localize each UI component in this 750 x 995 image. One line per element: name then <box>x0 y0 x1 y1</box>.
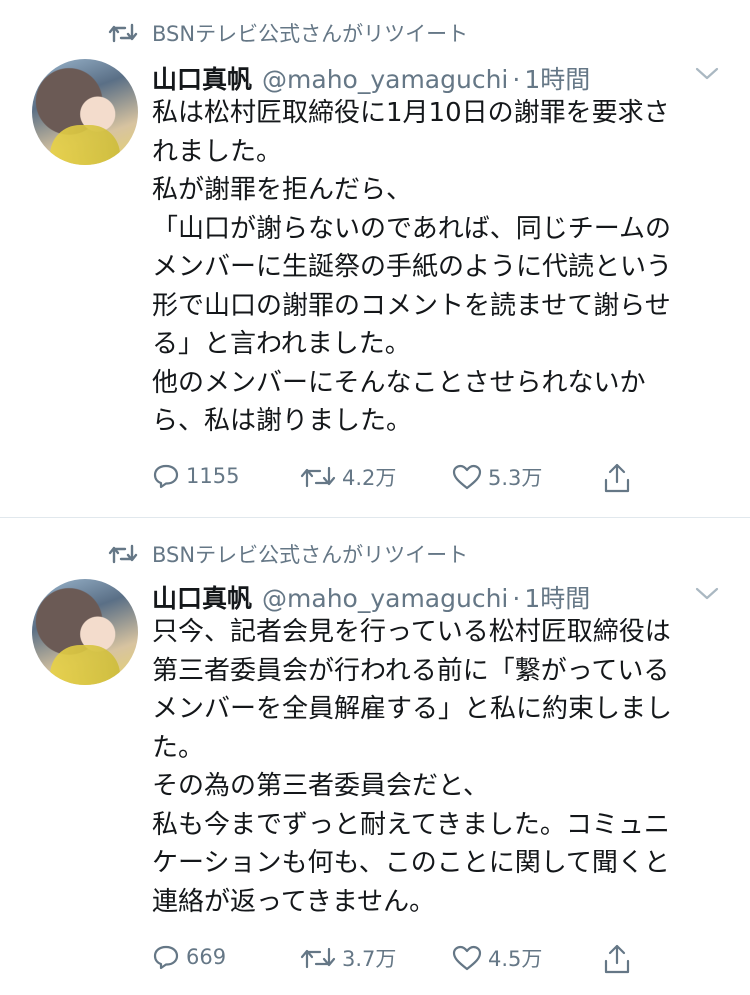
separator-dot: · <box>512 65 521 94</box>
tweet[interactable]: BSNテレビ公式さんがリツイート 山口真帆 @maho_yamaguchi · … <box>0 0 750 518</box>
reply-button[interactable]: 1155 <box>152 462 239 490</box>
tweet-text-line: る」と言われました。 <box>152 329 411 359</box>
share-icon <box>604 944 630 974</box>
avatar[interactable] <box>32 579 138 685</box>
reply-count: 1155 <box>186 464 240 488</box>
tweet-text-line: その為の第三者委員会だと、 <box>152 771 489 801</box>
chevron-down-icon[interactable] <box>694 586 720 602</box>
avatar[interactable] <box>32 59 138 165</box>
timestamp[interactable]: 1時間 <box>524 579 590 615</box>
timestamp[interactable]: 1時間 <box>524 60 590 96</box>
retweet-context: BSNテレビ公式さんがリツイート <box>108 539 468 569</box>
tweet-header: 山口真帆 @maho_yamaguchi · 1時間 <box>152 60 590 96</box>
separator-dot: · <box>512 584 521 613</box>
display-name[interactable]: 山口真帆 <box>152 60 252 96</box>
tweet-text-line: 他のメンバーにそんなことさせられないか <box>152 367 646 398</box>
chevron-down-icon[interactable] <box>694 66 720 82</box>
tweet-text-line: 私も今までずっと耐えてきました。コミュニ <box>152 809 670 840</box>
tweet-actions: 669 3.7万 4.5万 <box>152 943 642 979</box>
retweet-icon <box>300 947 336 969</box>
retweeted-by-text[interactable]: BSNテレビ公式さんがリツイート <box>152 539 468 569</box>
retweet-count: 4.2万 <box>342 466 397 490</box>
tweet-text-line: 只今、記者会見を行っている松村匠取締役は <box>152 617 671 647</box>
tweet-text-line: 連絡が返ってきません。 <box>152 886 436 917</box>
like-count: 5.3万 <box>488 466 543 490</box>
tweet-text: 只今、記者会見を行っている松村匠取締役は 第三者委員会が行われる前に「繋がってい… <box>152 613 727 921</box>
tweet-text-line: れました。 <box>152 136 283 167</box>
retweeted-by-text[interactable]: BSNテレビ公式さんがリツイート <box>152 18 468 48</box>
reply-button[interactable]: 669 <box>152 943 226 971</box>
heart-icon <box>452 945 482 971</box>
like-button[interactable]: 5.3万 <box>452 462 542 492</box>
retweet-icon <box>300 466 336 488</box>
reply-icon <box>153 464 179 489</box>
heart-icon <box>452 464 482 490</box>
tweet-text-line: た。 <box>152 732 205 763</box>
like-count: 4.5万 <box>488 947 543 971</box>
tweet-text-line: 「山口が謝らないのであれば、同じチームの <box>152 213 671 244</box>
tweet-text: 私は松村匠取締役に1月10日の謝罪を要求さ れました。 私が謝罪を拒んだら、 「… <box>152 94 727 441</box>
tweet-actions: 1155 4.2万 5.3万 <box>152 462 642 498</box>
user-handle[interactable]: @maho_yamaguchi <box>262 65 508 94</box>
share-button[interactable] <box>602 943 638 975</box>
retweet-count: 3.7万 <box>342 947 397 971</box>
retweet-button[interactable]: 3.7万 <box>300 943 396 973</box>
retweet-icon <box>108 23 138 43</box>
tweet-text-line: メンバーに生誕祭の手紙のように代読という <box>152 252 673 282</box>
tweet-text-line: 私が謝罪を拒んだら、 <box>152 175 413 205</box>
tweet-header: 山口真帆 @maho_yamaguchi · 1時間 <box>152 579 590 615</box>
retweet-button[interactable]: 4.2万 <box>300 462 396 492</box>
tweet-text-line: ら、私は謝りました。 <box>152 406 413 436</box>
share-icon <box>604 463 630 493</box>
reply-icon <box>153 945 179 970</box>
tweet-text-line: 第三者委員会が行われる前に「繋がっている <box>152 655 670 686</box>
tweet-text-line: ケーションも何も、このことに関して聞くと <box>152 848 670 878</box>
display-name[interactable]: 山口真帆 <box>152 579 252 615</box>
user-handle[interactable]: @maho_yamaguchi <box>262 584 508 613</box>
reply-count: 669 <box>186 945 227 969</box>
tweet-text-line: 形で山口の謝罪のコメントを読ませて謝らせ <box>152 290 671 321</box>
retweet-context: BSNテレビ公式さんがリツイート <box>108 18 468 48</box>
like-button[interactable]: 4.5万 <box>452 943 542 973</box>
tweet-text-line: 私は松村匠取締役に1月10日の謝罪を要求さ <box>152 98 670 128</box>
tweet-text-line: メンバーを全員解雇する」と私に約束しまし <box>152 694 673 724</box>
retweet-icon <box>108 544 138 564</box>
tweet[interactable]: BSNテレビ公式さんがリツイート 山口真帆 @maho_yamaguchi · … <box>0 518 750 995</box>
share-button[interactable] <box>602 462 638 494</box>
